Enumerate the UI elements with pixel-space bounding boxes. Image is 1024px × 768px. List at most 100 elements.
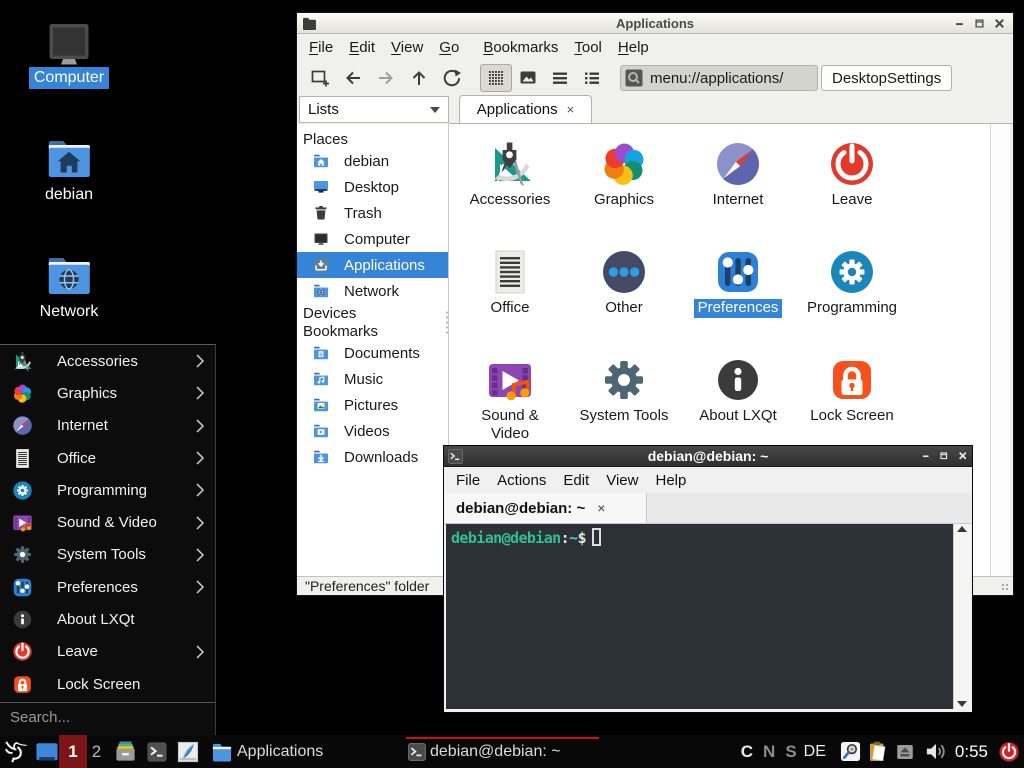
menu-item-graphics[interactable]: Graphics (0, 377, 215, 409)
sidebar-item-desktop[interactable]: Desktop (297, 174, 448, 200)
clock[interactable]: 0:55 (955, 742, 988, 762)
sidebar-item-debian[interactable]: debian (297, 148, 448, 174)
quicklaunch-featherpad[interactable] (172, 741, 203, 763)
sidebar-item-downloads[interactable]: Downloads (297, 444, 448, 470)
sidebar-item-documents[interactable]: Documents (297, 340, 448, 366)
menu-item-programming[interactable]: Programming (0, 474, 215, 506)
term-menu-file[interactable]: File (456, 472, 480, 489)
term-menu-actions[interactable]: Actions (497, 472, 546, 489)
refresh-button[interactable] (435, 64, 468, 92)
app-item-accessories[interactable]: Accessories (453, 140, 567, 210)
path-button-desktopsettings[interactable]: DesktopSettings (821, 65, 952, 91)
close-button[interactable] (959, 452, 967, 460)
tray-volume[interactable] (924, 740, 947, 763)
fm-tab-applications[interactable]: Applications × (459, 95, 592, 123)
new-tab-button[interactable] (303, 64, 336, 92)
resize-grip[interactable] (1001, 583, 1010, 592)
tray-screenshot[interactable] (840, 741, 861, 762)
app-item-internet[interactable]: Internet (681, 140, 795, 210)
menu-item-system-tools[interactable]: System Tools (0, 539, 215, 571)
forward-button[interactable] (369, 64, 402, 92)
fm-menu-file[interactable]: File (309, 39, 333, 56)
task-button-applications[interactable]: Applications (207, 735, 404, 768)
keyboard-layout[interactable]: DE (804, 743, 826, 761)
sidebar-item-trash[interactable]: Trash (297, 200, 448, 226)
menu-item-internet[interactable]: Internet (0, 410, 215, 442)
menu-item-accessories[interactable]: Accessories (0, 345, 215, 377)
app-item-preferences[interactable]: Preferences (681, 248, 795, 318)
close-button[interactable] (995, 19, 1004, 28)
tab-close-icon[interactable]: × (597, 500, 605, 516)
terminal-tab[interactable]: debian@debian: ~ × (444, 493, 647, 523)
fm-menu-view[interactable]: View (391, 39, 423, 56)
app-item-sound-video[interactable]: Sound & Video (453, 356, 567, 444)
term-menu-view[interactable]: View (606, 472, 638, 489)
scroll-down-icon[interactable] (957, 701, 967, 707)
app-item-leave[interactable]: Leave (795, 140, 909, 210)
fm-tab-row: Lists Applications × (297, 95, 1013, 124)
quicklaunch-qterminal[interactable] (141, 741, 172, 763)
quicklaunch-file-manager[interactable] (110, 740, 141, 763)
detailed-view-button[interactable] (576, 64, 608, 92)
fm-menu-bookmarks[interactable]: Bookmarks (483, 39, 558, 56)
sidebar-item-videos[interactable]: Videos (297, 418, 448, 444)
desktop-icon-computer[interactable]: Computer (14, 23, 124, 89)
fm-vertical-scrollbar[interactable] (990, 124, 1010, 576)
sidebar-item-applications[interactable]: Applications (297, 252, 448, 278)
splitter-handle[interactable] (445, 310, 449, 336)
app-item-system-tools[interactable]: System Tools (567, 356, 681, 426)
sidebar-item-network[interactable]: Network (297, 278, 448, 304)
workspace-1-button[interactable]: 1 (59, 735, 87, 768)
menu-search-input[interactable]: Search... (0, 702, 215, 732)
maximize-button[interactable] (975, 19, 984, 28)
terminal-output[interactable]: debian@debian:~$ (446, 524, 970, 709)
tray-removable-media[interactable] (896, 743, 914, 761)
main-menu-button[interactable] (3, 739, 31, 765)
sidebar-item-computer[interactable]: Computer (297, 226, 448, 252)
task-button-terminal[interactable]: debian@debian: ~ (404, 735, 601, 768)
show-desktop-button[interactable] (35, 741, 59, 763)
term-menu-edit[interactable]: Edit (563, 472, 589, 489)
up-button[interactable] (402, 64, 435, 92)
scroll-up-icon[interactable] (957, 526, 967, 532)
term-menu-help[interactable]: Help (655, 472, 686, 489)
desktop-icon-network[interactable]: Network (14, 249, 124, 323)
app-item-programming[interactable]: Programming (795, 248, 909, 318)
sidebar-item-music[interactable]: Music (297, 366, 448, 392)
menu-item-lock-screen[interactable]: Lock Screen (0, 668, 215, 700)
menu-item-preferences[interactable]: Preferences (0, 571, 215, 603)
compact-view-button[interactable] (544, 64, 576, 92)
menu-item-about-lxqt[interactable]: About LXQt (0, 603, 215, 635)
thumbnail-view-button[interactable] (512, 64, 544, 92)
fm-menu-go[interactable]: Go (439, 39, 459, 56)
fm-menu-tool[interactable]: Tool (574, 39, 602, 56)
desktop-icon-debian[interactable]: debian (14, 132, 124, 206)
minimize-button[interactable] (922, 452, 930, 460)
fm-menu-edit[interactable]: Edit (349, 39, 375, 56)
maximize-button[interactable] (940, 452, 948, 460)
back-button[interactable] (336, 64, 369, 92)
icon-view-button[interactable] (480, 64, 512, 92)
app-item-about-lxqt[interactable]: About LXQt (681, 356, 795, 426)
tray-clipboard[interactable] (867, 741, 889, 763)
tray-leave-button[interactable] (998, 741, 1020, 763)
minimize-button[interactable] (955, 19, 964, 28)
sidebar-mode-combo[interactable]: Lists (299, 96, 449, 123)
app-item-other[interactable]: Other (567, 248, 681, 318)
menu-item-sound-video[interactable]: Sound & Video (0, 506, 215, 538)
workspace-2-button[interactable]: 2 (87, 735, 106, 768)
tab-close-icon[interactable]: × (567, 102, 575, 117)
keyboard-indicator[interactable]: C N S (741, 742, 797, 762)
sidebar-item-pictures[interactable]: Pictures (297, 392, 448, 418)
fm-menu-help[interactable]: Help (618, 39, 649, 56)
terminal-titlebar[interactable]: debian@debian: ~ (444, 446, 972, 467)
app-item-lock-screen[interactable]: Lock Screen (795, 356, 909, 426)
app-item-office[interactable]: Office (453, 248, 567, 318)
app-item-graphics[interactable]: Graphics (567, 140, 681, 210)
menu-item-office[interactable]: Office (0, 442, 215, 474)
terminal-scrollbar[interactable] (953, 524, 970, 709)
fm-titlebar[interactable]: Applications (297, 13, 1013, 34)
menu-item-leave[interactable]: Leave (0, 636, 215, 668)
path-bar[interactable]: menu://applications/ (620, 65, 818, 91)
submenu-chevron-icon (185, 482, 215, 498)
